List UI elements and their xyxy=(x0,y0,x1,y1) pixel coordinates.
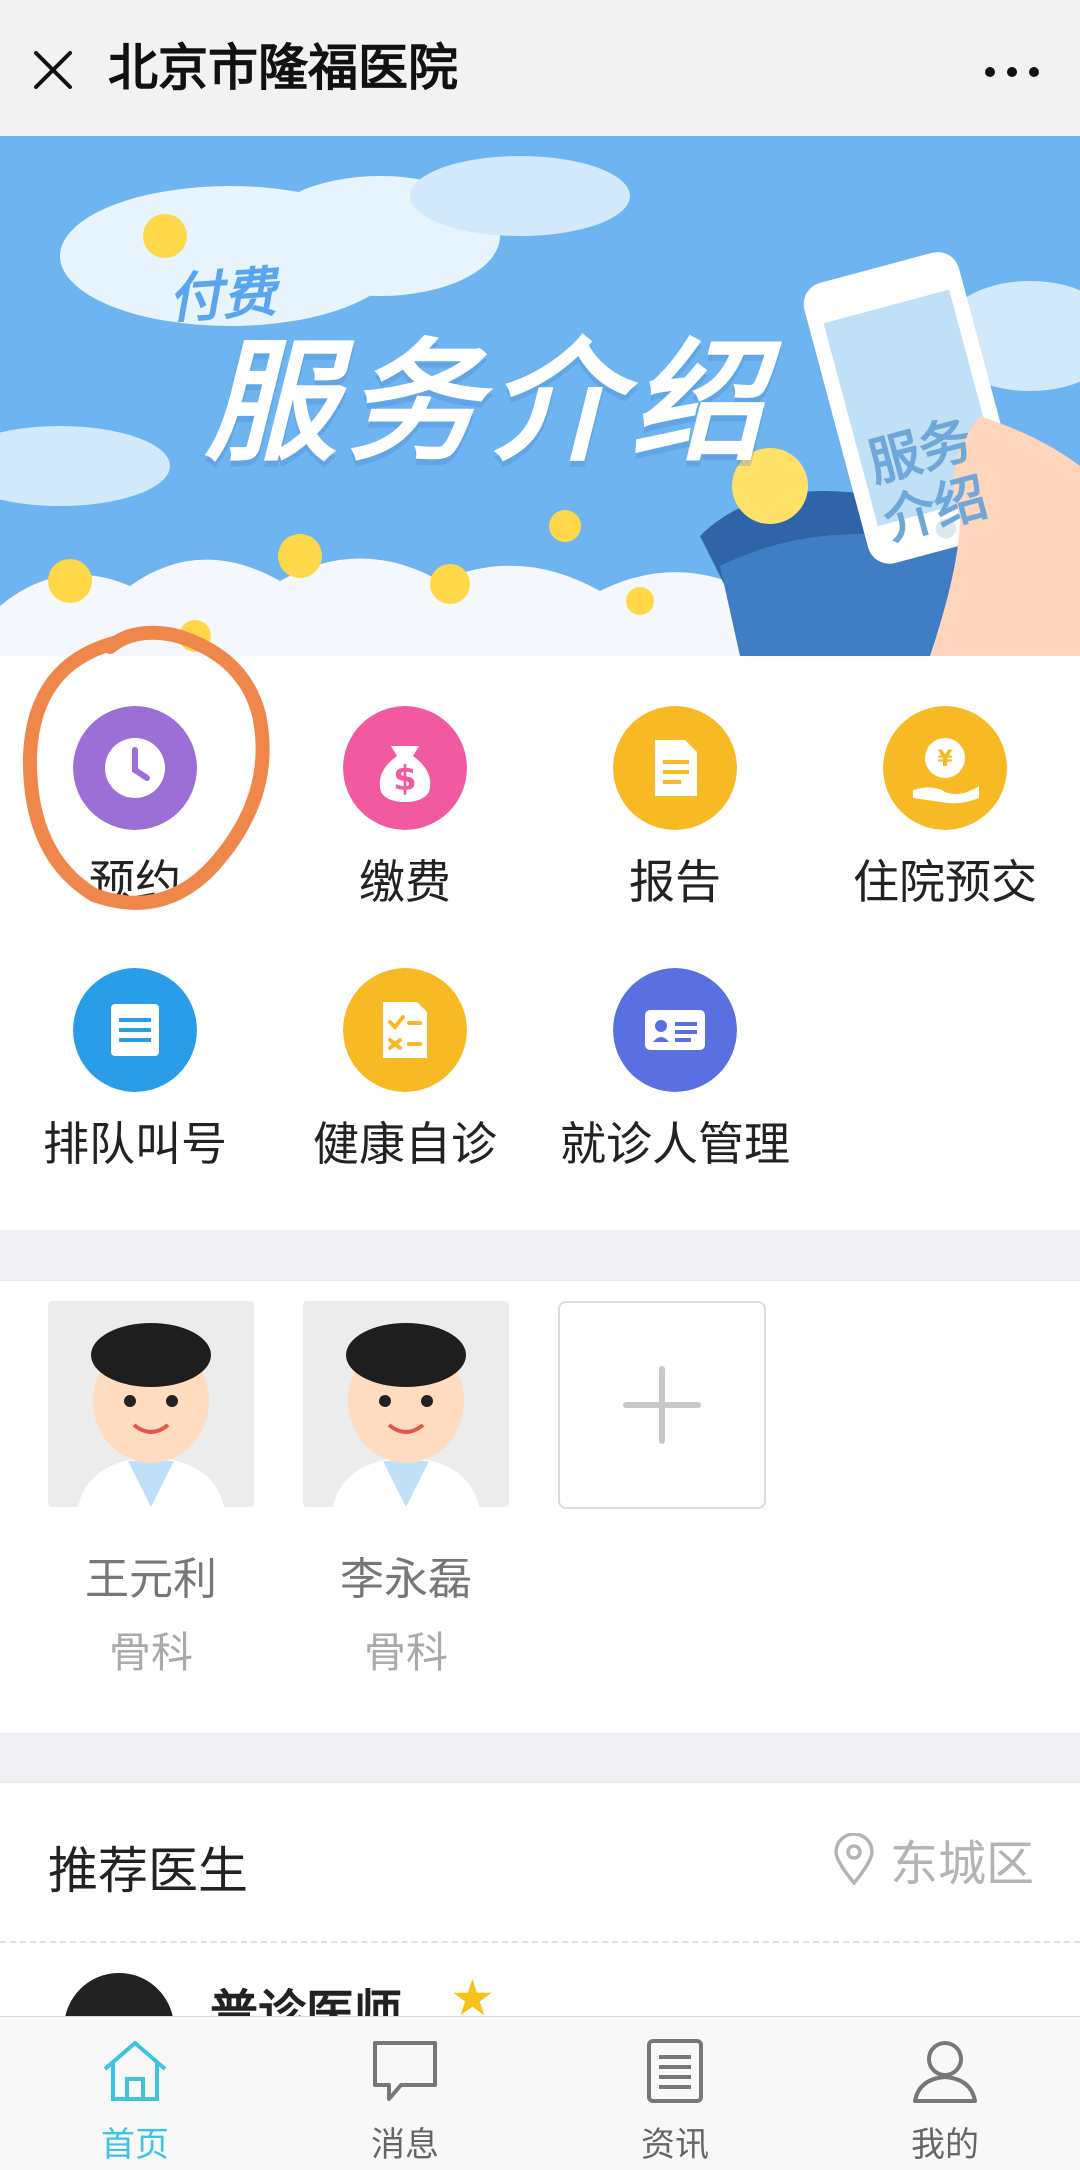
close-icon[interactable] xyxy=(30,47,76,93)
document-icon xyxy=(613,706,737,830)
service-patient-management[interactable]: 就诊人管理 xyxy=(540,918,810,1171)
service-label: 缴费 xyxy=(359,855,451,909)
user-icon xyxy=(913,2041,977,2103)
banner-title: 服务介绍 xyxy=(205,326,773,480)
location-selector[interactable]: 东城区 xyxy=(834,1829,1034,1892)
service-payment[interactable]: $ 缴费 xyxy=(270,656,540,909)
my-doctors-panel: 王元利 骨科 李永磊 骨科 xyxy=(0,1280,1080,1734)
queue-list-icon xyxy=(73,968,197,1092)
doctor-avatar xyxy=(303,1301,509,1507)
id-card-icon xyxy=(613,968,737,1092)
doctor-card[interactable]: 李永磊 骨科 xyxy=(303,1301,513,1681)
service-appointment[interactable]: 预约 xyxy=(0,656,270,909)
checklist-icon xyxy=(343,968,467,1092)
recommended-doctor-item[interactable]: 普诊医师 ★ xyxy=(0,1943,1080,2023)
chat-bubble-icon xyxy=(373,2041,437,2101)
tab-home[interactable]: 首页 xyxy=(0,2017,270,2170)
bottom-tab-bar: 首页 消息 资讯 我的 xyxy=(0,2016,1080,2170)
location-label: 东城区 xyxy=(889,1836,1034,1892)
news-icon xyxy=(647,2039,703,2103)
star-icon: ★ xyxy=(450,1969,495,2023)
service-self-diagnosis[interactable]: 健康自诊 xyxy=(270,918,540,1171)
home-icon xyxy=(103,2041,167,2101)
promo-banner[interactable]: 付费 服务介绍 服务介绍 xyxy=(0,136,1080,656)
service-report[interactable]: 报告 xyxy=(540,656,810,909)
yuan-hand-icon: ¥ xyxy=(883,706,1007,830)
service-label: 报告 xyxy=(629,855,721,909)
tab-messages[interactable]: 消息 xyxy=(270,2017,540,2170)
service-label: 住院预交 xyxy=(853,855,1037,909)
page-title: 北京市隆福医院 xyxy=(108,39,458,97)
clock-icon xyxy=(73,706,197,830)
tab-label: 消息 xyxy=(371,2125,439,2165)
tab-label: 我的 xyxy=(911,2125,979,2165)
more-options-icon[interactable] xyxy=(982,62,1042,82)
tab-profile[interactable]: 我的 xyxy=(810,2017,1080,2170)
service-label: 排队叫号 xyxy=(43,1117,227,1171)
section-title: 推荐医生 xyxy=(48,1842,248,1900)
money-bag-icon: $ xyxy=(343,706,467,830)
plus-icon xyxy=(623,1366,701,1444)
tab-label: 首页 xyxy=(101,2125,169,2165)
svg-text:¥: ¥ xyxy=(937,747,953,772)
service-label: 就诊人管理 xyxy=(560,1117,790,1171)
doctor-card[interactable]: 王元利 骨科 xyxy=(48,1301,258,1681)
recommended-doctors-section: 推荐医生 东城区 普诊医师 ★ xyxy=(0,1782,1080,2023)
doctor-department: 骨科 xyxy=(108,1628,193,1677)
service-label: 预约 xyxy=(89,855,181,909)
tab-news[interactable]: 资讯 xyxy=(540,2017,810,2170)
doctor-name: 王元利 xyxy=(85,1554,217,1605)
doctor-department: 骨科 xyxy=(363,1628,448,1677)
service-label: 健康自诊 xyxy=(313,1117,497,1171)
doctor-name: 李永磊 xyxy=(340,1554,472,1605)
service-inpatient-deposit[interactable]: ¥ 住院预交 xyxy=(810,656,1080,909)
add-doctor-button[interactable] xyxy=(558,1301,766,1509)
title-bar: 北京市隆福医院 xyxy=(0,0,1080,137)
doctor-avatar xyxy=(48,1301,254,1507)
location-pin-icon xyxy=(834,1833,874,1885)
svg-text:$: $ xyxy=(393,759,417,799)
service-grid: 预约 $ 缴费 报告 ¥ 住院预交 排队叫号 健康自诊 就诊人管理 xyxy=(0,656,1080,1230)
service-queue[interactable]: 排队叫号 xyxy=(0,918,270,1171)
tab-label: 资讯 xyxy=(641,2125,709,2165)
